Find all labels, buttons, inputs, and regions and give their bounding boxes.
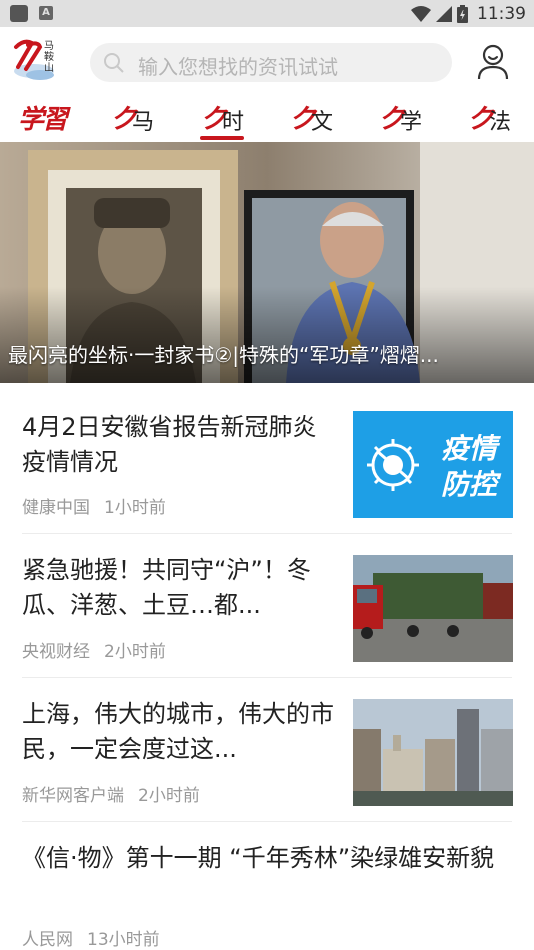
news-item[interactable]: 上海，伟大的城市，伟大的市民，一定会度过这... 新华网客户端 2小时前 (0, 677, 534, 821)
thumb-text: 疫情 (441, 432, 498, 465)
app-logo[interactable]: 马鞍山 (10, 35, 72, 87)
news-source: 新华网客户端 (22, 786, 124, 806)
tab-label: 时 (222, 110, 245, 135)
hero-banner[interactable]: 最闪亮的坐标·一封家书②|特殊的“军功章”熠熠... (0, 142, 534, 383)
news-item[interactable]: 紧急驰援！共同守“沪”！冬瓜、洋葱、土豆…都... 央视财经 2小时前 (0, 533, 534, 677)
app-header: 马鞍山 输入您想找的资讯试试 (0, 27, 534, 95)
news-time: 1小时前 (104, 498, 166, 518)
city-photo (353, 699, 513, 806)
news-meta: 人民网 13小时前 (22, 925, 160, 950)
status-bar: A 11:39 (0, 0, 534, 27)
status-icons: 11:39 (411, 3, 526, 24)
news-thumbnail (353, 699, 513, 806)
search-bar[interactable]: 输入您想找的资讯试试 (90, 43, 452, 82)
news-source: 央视财经 (22, 642, 90, 662)
news-time: 2小时前 (138, 786, 200, 806)
tab-label: 法 (489, 110, 512, 135)
news-item[interactable]: 《信·物》第十一期 “千年秀林”染绿雄安新貌 人民网 13小时前 (0, 821, 534, 950)
wifi-icon (411, 5, 431, 22)
tab-label: 学 (400, 110, 423, 135)
news-thumbnail (353, 555, 513, 662)
news-thumbnail: 疫情 防控 (353, 411, 513, 518)
signal-icon (436, 5, 452, 22)
news-meta: 健康中国 1小时前 (22, 493, 166, 518)
news-meta: 新华网客户端 2小时前 (22, 781, 200, 806)
battery-icon (457, 4, 468, 23)
channel-tabs: 学習 ク 马 ク 时 ク 文 ク 学 ク 法 (0, 95, 534, 142)
news-meta: 央视财经 2小时前 (22, 637, 166, 662)
active-tab-indicator (200, 136, 244, 140)
news-title: 紧急驰援！共同守“沪”！冬瓜、洋葱、土豆…都... (22, 556, 311, 619)
logo-text: 马鞍山 (44, 41, 54, 74)
logo-mark-icon (14, 39, 54, 80)
news-source: 健康中国 (22, 498, 90, 518)
user-icon[interactable] (476, 41, 510, 81)
news-source: 人民网 (22, 930, 73, 950)
app-notification-icon: A (39, 6, 53, 20)
tab-label: 马 (132, 110, 155, 135)
clock: 11:39 (477, 3, 526, 24)
thumb-text: 防控 (441, 468, 498, 501)
search-icon (104, 53, 124, 73)
news-time: 2小时前 (104, 642, 166, 662)
news-title: 《信·物》第十一期 “千年秀林”染绿雄安新貌 (22, 844, 495, 872)
news-title: 上海，伟大的城市，伟大的市民，一定会度过这... (22, 700, 334, 763)
news-time: 13小时前 (87, 930, 160, 950)
truck-photo (353, 555, 513, 662)
news-item[interactable]: 4月2日安徽省报告新冠肺炎疫情情况 健康中国 1小时前 疫情 防控 (0, 383, 534, 527)
search-input[interactable]: 输入您想找的资讯试试 (138, 51, 338, 80)
notification-icon (10, 5, 28, 22)
tab-study[interactable]: 学習 (18, 99, 68, 136)
hero-caption: 最闪亮的坐标·一封家书②|特殊的“军功章”熠熠... (8, 343, 439, 367)
news-title: 4月2日安徽省报告新冠肺炎疫情情况 (22, 413, 317, 476)
tab-label: 文 (311, 110, 334, 135)
